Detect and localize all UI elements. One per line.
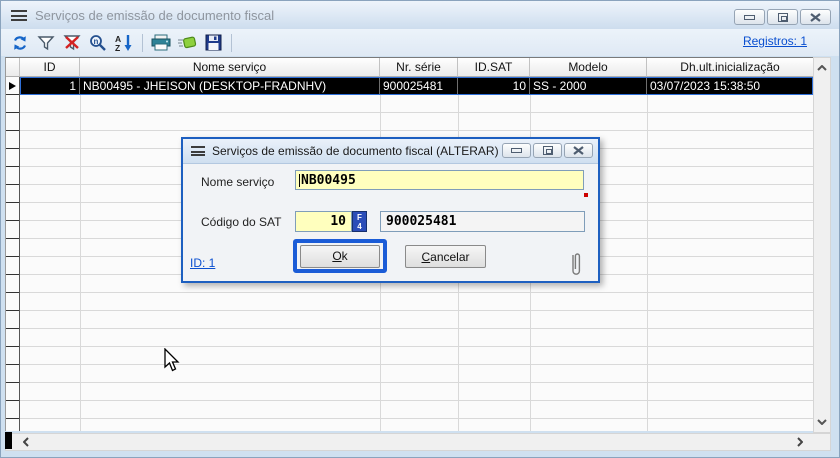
mouse-cursor-icon <box>164 348 182 376</box>
column-header-nome-servico[interactable]: Nome serviço <box>80 58 380 77</box>
cell-dh-ult-inicializacao: 03/07/2023 15:38:50 <box>647 77 813 95</box>
clear-filter-button[interactable] <box>59 31 85 55</box>
cancel-rest: ancelar <box>430 250 469 264</box>
dialog-close-button[interactable] <box>564 143 593 158</box>
ok-focus-ring: Ok <box>293 239 387 273</box>
dialog-menu-icon[interactable] <box>191 146 205 156</box>
scroll-down-icon[interactable] <box>814 414 830 430</box>
svg-text:n: n <box>94 37 99 46</box>
close-icon <box>573 146 584 155</box>
eraser-icon <box>177 35 197 50</box>
clear-filter-icon <box>62 34 82 51</box>
vertical-scrollbar[interactable] <box>813 57 831 433</box>
paperclip-icon <box>569 249 583 282</box>
dialog-title: Serviços de emissão de documento fiscal … <box>212 144 499 158</box>
filter-icon <box>37 35 55 51</box>
nome-servico-field[interactable]: NB00495 <box>295 170 584 190</box>
required-marker <box>584 193 588 197</box>
grid-header: ID Nome serviço Nr. série ID.SAT Modelo … <box>5 57 813 77</box>
cell-nr-serie: 900025481 <box>380 77 458 95</box>
cell-nome-servico: NB00495 - JHEISON (DESKTOP-FRADNHV) <box>80 77 380 95</box>
cancel-button[interactable]: Cancelar <box>405 245 486 268</box>
scroll-left-icon[interactable] <box>18 434 34 450</box>
save-icon <box>205 34 222 51</box>
refresh-button[interactable] <box>7 31 33 55</box>
edit-dialog: Serviços de emissão de documento fiscal … <box>181 137 600 283</box>
current-row-indicator-icon <box>9 82 16 90</box>
minimize-icon <box>744 15 755 20</box>
cell-id-sat: 10 <box>458 77 530 95</box>
filter-button[interactable] <box>33 31 59 55</box>
restore-icon <box>543 146 553 155</box>
column-header-dh-ult-inicializacao[interactable]: Dh.ult.inicialização <box>647 58 813 77</box>
scroll-up-icon[interactable] <box>814 60 830 76</box>
cell-id: 1 <box>20 77 80 95</box>
print-button[interactable] <box>148 31 174 55</box>
f4-label-top: F <box>357 213 362 222</box>
codigo-sat-label: Código do SAT <box>201 215 282 229</box>
ok-button[interactable]: Ok <box>300 245 380 268</box>
gutter-header <box>6 58 20 77</box>
dialog-minimize-button[interactable] <box>502 143 531 158</box>
minimize-button[interactable] <box>734 9 765 25</box>
close-icon <box>810 13 821 22</box>
window-title: Serviços de emissão de documento fiscal <box>35 8 274 23</box>
refresh-icon <box>11 34 29 52</box>
printer-icon <box>151 34 171 51</box>
cancel-mnemonic: C <box>421 250 430 264</box>
column-header-modelo[interactable]: Modelo <box>530 58 647 77</box>
table-row[interactable]: 1 NB00495 - JHEISON (DESKTOP-FRADNHV) 90… <box>20 77 813 95</box>
find-icon: n <box>89 34 107 52</box>
codigo-sat-field[interactable]: 10 <box>295 211 352 232</box>
sort-az-icon: A Z <box>115 34 134 52</box>
f4-lookup-button[interactable]: F 4 <box>352 211 367 232</box>
gutter-corner-block <box>5 432 12 449</box>
dialog-controls <box>502 143 593 158</box>
sat-serial-field: 900025481 <box>380 211 585 232</box>
nome-servico-value: NB00495 <box>301 173 356 188</box>
window-menu-icon[interactable] <box>11 10 27 21</box>
toolbar-separator <box>231 34 232 52</box>
toolbar-separator <box>142 34 143 52</box>
main-titlebar: Serviços de emissão de documento fiscal <box>1 1 839 29</box>
record-id-link[interactable]: ID: 1 <box>190 256 215 270</box>
minimize-icon <box>511 148 522 153</box>
row-gutter <box>6 77 20 431</box>
horizontal-scrollbar[interactable] <box>5 433 831 451</box>
column-header-id-sat[interactable]: ID.SAT <box>458 58 530 77</box>
cell-modelo: SS - 2000 <box>530 77 647 95</box>
main-window: Serviços de emissão de documento fiscal <box>0 0 840 458</box>
grid-column-line <box>80 95 81 431</box>
grid-column-line <box>647 95 648 431</box>
save-button[interactable] <box>200 31 226 55</box>
find-button[interactable]: n <box>85 31 111 55</box>
registros-link[interactable]: Registros: 1 <box>743 34 807 48</box>
scroll-right-icon[interactable] <box>792 434 808 450</box>
text-caret <box>299 174 300 187</box>
f4-label-bottom: 4 <box>357 222 361 231</box>
window-controls <box>734 9 831 25</box>
codigo-sat-value: 10 <box>330 214 346 229</box>
dialog-maximize-button[interactable] <box>533 143 562 158</box>
toolbar: n A Z <box>1 29 839 56</box>
maximize-button[interactable] <box>767 9 798 25</box>
clean-button[interactable] <box>174 31 200 55</box>
sort-az-button[interactable]: A Z <box>111 31 137 55</box>
nome-servico-label: Nome serviço <box>201 175 274 189</box>
column-header-nr-serie[interactable]: Nr. série <box>380 58 458 77</box>
ok-rest: k <box>342 249 348 263</box>
column-header-id[interactable]: ID <box>20 58 80 77</box>
restore-icon <box>778 13 788 22</box>
close-button[interactable] <box>800 9 831 25</box>
sat-serial-value: 900025481 <box>386 214 456 229</box>
svg-text:Z: Z <box>115 43 120 52</box>
ok-mnemonic: O <box>332 249 341 263</box>
